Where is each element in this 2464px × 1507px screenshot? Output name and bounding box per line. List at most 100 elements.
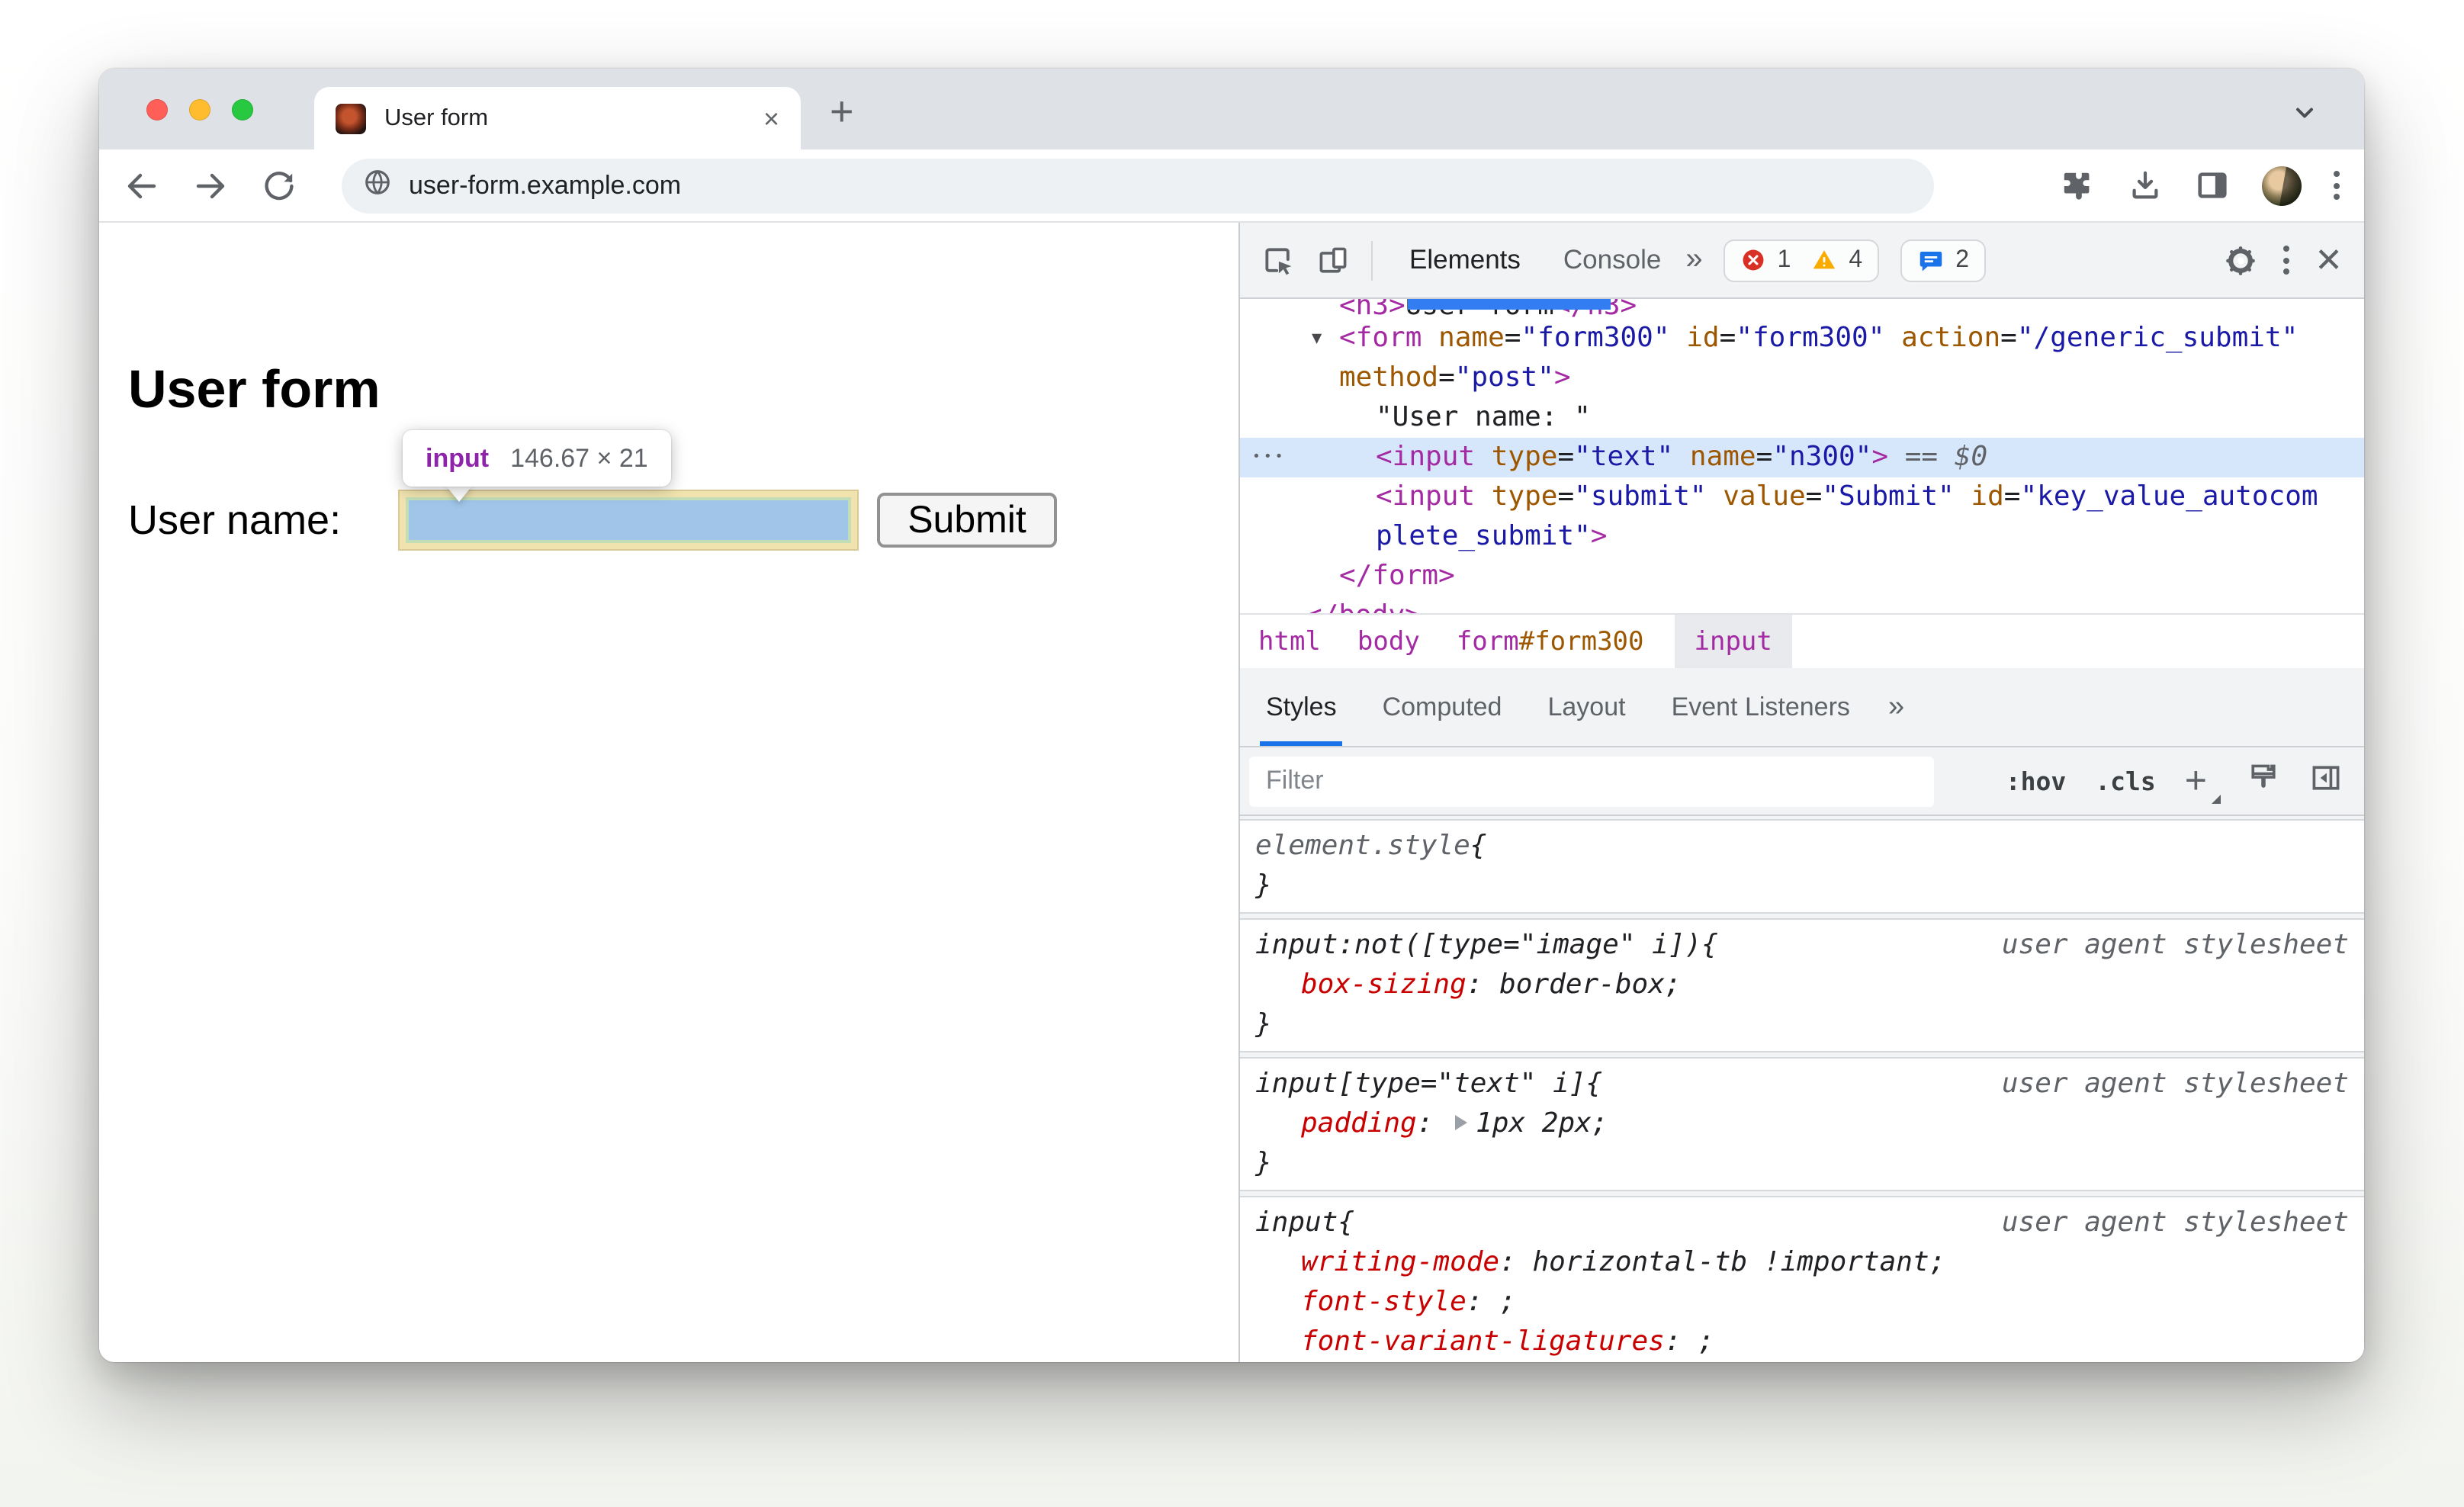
forward-arrow-icon[interactable] bbox=[192, 167, 229, 204]
css-rules-list: element.style {} input:not([type="image" … bbox=[1240, 816, 2364, 1362]
disclosure-arrow-icon[interactable]: ▼ bbox=[1312, 319, 1322, 358]
breadcrumb-item-body[interactable]: body bbox=[1351, 615, 1426, 668]
css-declaration[interactable]: font-variant-ligatures: ; bbox=[1255, 1322, 2349, 1362]
username-label: User name: bbox=[128, 497, 342, 543]
chevron-down-icon[interactable] bbox=[2291, 99, 2318, 134]
css-rule: input {user agent stylesheet writing-mode… bbox=[1240, 1196, 2364, 1362]
breadcrumb-item-form[interactable]: form #form300 bbox=[1450, 615, 1650, 668]
dom-tree: <h3>User form</h3>▼<form name="form300" … bbox=[1240, 299, 2364, 613]
tab-layout[interactable]: Layout bbox=[1524, 668, 1648, 746]
toggle-sidebar-icon[interactable] bbox=[2309, 760, 2343, 802]
css-rule: input:not([type="image" i]) {user agent … bbox=[1240, 918, 2364, 1052]
tooltip-pointer bbox=[445, 485, 473, 502]
css-rule: element.style {} bbox=[1240, 819, 2364, 914]
toolbar-separator bbox=[1371, 240, 1373, 280]
css-declaration[interactable]: font-style: ; bbox=[1255, 1283, 2349, 1322]
breadcrumb-item-input[interactable]: input bbox=[1674, 615, 1792, 668]
stylesheet-origin: user agent stylesheet bbox=[2001, 1068, 2349, 1100]
reload-icon[interactable] bbox=[261, 167, 297, 204]
stylesheet-origin: user agent stylesheet bbox=[2001, 1207, 2349, 1239]
page-heading: User form bbox=[128, 360, 381, 419]
css-declaration[interactable]: writing-mode: horizontal-tb !important; bbox=[1255, 1243, 2349, 1283]
close-window-button[interactable] bbox=[146, 99, 168, 120]
toggle-hover-state-button[interactable]: :hov bbox=[2006, 766, 2067, 795]
stylesheet-origin: user agent stylesheet bbox=[2001, 929, 2349, 961]
expand-arrow-icon[interactable] bbox=[1454, 1115, 1467, 1130]
node-options-dots[interactable]: ••• bbox=[1252, 438, 1287, 477]
css-rule-selector[interactable]: input:not([type="image" i]) {user agent … bbox=[1255, 926, 2349, 966]
styles-filter-input[interactable] bbox=[1249, 756, 1934, 806]
issues-badge[interactable]: 2 bbox=[1900, 239, 1987, 281]
dom-tree-node[interactable]: plete_submit"> bbox=[1240, 517, 2364, 557]
settings-gear-icon[interactable] bbox=[2223, 243, 2257, 277]
globe-icon bbox=[363, 167, 392, 204]
browser-tab[interactable]: User form × bbox=[314, 87, 801, 149]
dom-tree-node[interactable]: ••• <input type="text" name="n300"> == $0 bbox=[1240, 438, 2364, 477]
error-count: 1 bbox=[1777, 246, 1791, 272]
devtools-menu-kebab-icon[interactable] bbox=[2282, 246, 2289, 275]
side-panel-icon[interactable] bbox=[2195, 168, 2230, 203]
devtools-tab-console[interactable]: Console bbox=[1542, 244, 1682, 276]
inspect-tooltip: input 146.67 × 21 bbox=[403, 430, 671, 487]
tab-close-icon[interactable]: × bbox=[763, 104, 779, 132]
tab-title: User form bbox=[384, 104, 489, 130]
browser-toolbar: user-form.example.com bbox=[99, 149, 2364, 223]
css-rule-selector[interactable]: input[type="text" i] {user agent stylesh… bbox=[1255, 1065, 2349, 1104]
tab-favicon bbox=[336, 103, 366, 133]
issues-count: 2 bbox=[1955, 246, 1970, 272]
new-style-rule-button[interactable]: + bbox=[2185, 761, 2221, 803]
inspect-element-icon[interactable] bbox=[1261, 243, 1295, 277]
css-rule-selector[interactable]: element.style { bbox=[1255, 827, 2349, 866]
more-sidebar-tabs-icon[interactable]: » bbox=[1873, 668, 1919, 746]
breadcrumb-item-html[interactable]: html bbox=[1252, 615, 1327, 668]
window-content: User form input 146.67 × 21 User name: S… bbox=[99, 223, 2364, 1362]
screenshot-stage: User form × + user-form.example.com User… bbox=[0, 0, 2464, 1507]
css-rule-selector[interactable]: input {user agent stylesheet bbox=[1255, 1203, 2349, 1243]
dom-tree-node[interactable]: method="post"> bbox=[1240, 358, 2364, 398]
warning-count: 4 bbox=[1849, 246, 1863, 272]
browser-menu-kebab-icon[interactable] bbox=[2334, 171, 2340, 200]
toggle-classes-button[interactable]: .cls bbox=[2095, 766, 2156, 795]
dom-tree-node[interactable]: ▼ <form name="form300" id="form300" actio… bbox=[1240, 319, 2364, 358]
dom-tree-node[interactable]: "User name: " bbox=[1240, 398, 2364, 438]
selection-highlight-fragment bbox=[1408, 299, 1611, 310]
paint-brush-icon[interactable] bbox=[2247, 760, 2280, 802]
devtools-panel: Elements Console » 1 4 2 ✕ <h3> ▼ <form … bbox=[1238, 223, 2364, 1362]
address-bar[interactable]: user-form.example.com bbox=[342, 158, 1934, 213]
issues-chat-icon bbox=[1919, 251, 1942, 271]
url-text[interactable]: user-form.example.com bbox=[409, 170, 681, 201]
more-tabs-icon[interactable]: » bbox=[1685, 243, 1702, 278]
tab-event-listeners[interactable]: Event Listeners bbox=[1649, 668, 1873, 746]
back-arrow-icon[interactable] bbox=[124, 167, 160, 204]
tab-bar: User form × + bbox=[99, 69, 2364, 149]
styles-sidebar-tabs: Styles Computed Layout Event Listeners » bbox=[1240, 668, 2364, 747]
devtools-tab-elements[interactable]: Elements bbox=[1388, 244, 1542, 276]
css-rule: input[type="text" i] {user agent stylesh… bbox=[1240, 1057, 2364, 1191]
styles-filter-bar: :hov .cls + bbox=[1240, 747, 2364, 816]
dom-tree-node[interactable]: </form> bbox=[1240, 557, 2364, 596]
error-icon bbox=[1743, 249, 1765, 271]
tooltip-dimensions: 146.67 × 21 bbox=[510, 443, 648, 472]
profile-avatar[interactable] bbox=[2262, 165, 2302, 205]
devtools-toolbar: Elements Console » 1 4 2 ✕ bbox=[1240, 223, 2364, 299]
download-icon[interactable] bbox=[2128, 168, 2163, 203]
errors-warnings-badge[interactable]: 1 4 bbox=[1724, 239, 1880, 281]
dom-tree-node[interactable]: </body> bbox=[1240, 596, 2364, 613]
tooltip-element-name: input bbox=[426, 443, 490, 472]
css-declaration[interactable]: box-sizing: border-box; bbox=[1255, 966, 2349, 1005]
submit-button[interactable]: Submit bbox=[877, 493, 1057, 548]
new-tab-button[interactable]: + bbox=[830, 88, 854, 136]
breadcrumb: html body form #form300 input bbox=[1240, 613, 2364, 668]
web-page: User form input 146.67 × 21 User name: S… bbox=[99, 223, 1238, 1362]
dom-tree-node[interactable]: <input type="submit" value="Submit" id="… bbox=[1240, 477, 2364, 517]
tab-computed[interactable]: Computed bbox=[1360, 668, 1525, 746]
traffic-lights bbox=[146, 99, 253, 120]
warning-icon bbox=[1813, 250, 1836, 269]
devtools-close-icon[interactable]: ✕ bbox=[2315, 243, 2343, 277]
tab-styles[interactable]: Styles bbox=[1243, 668, 1360, 746]
zoom-window-button[interactable] bbox=[232, 99, 253, 120]
minimize-window-button[interactable] bbox=[189, 99, 210, 120]
device-toolbar-icon[interactable] bbox=[1316, 243, 1350, 277]
css-declaration[interactable]: padding: 1px 2px; bbox=[1255, 1104, 2349, 1144]
extensions-puzzle-icon[interactable] bbox=[2061, 168, 2096, 203]
